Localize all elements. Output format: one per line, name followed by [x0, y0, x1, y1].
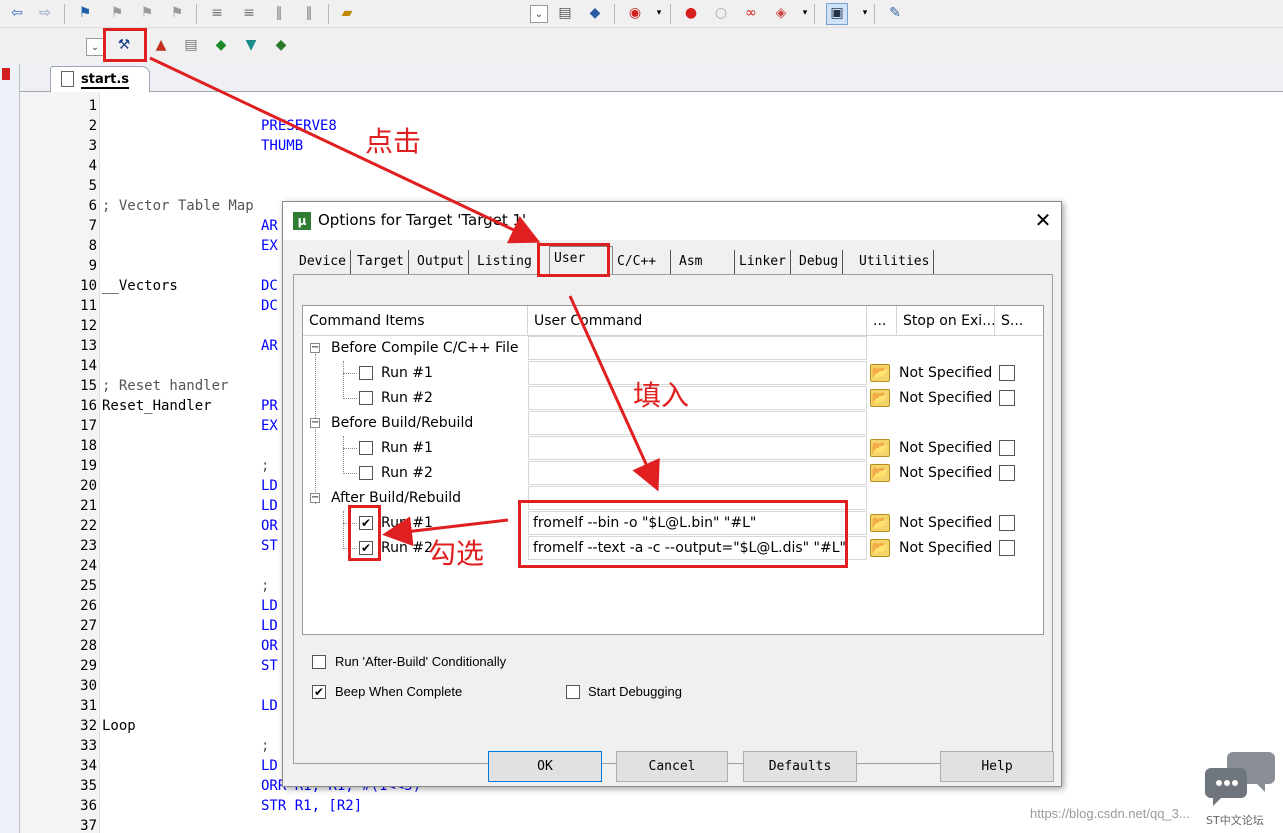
arrow-to-user-tab [149, 56, 541, 244]
annotation-arrows [149, 56, 660, 547]
forum-logo-icon [1205, 752, 1275, 806]
watermark-url: https://blog.csdn.net/qq_3... [1030, 806, 1190, 821]
annotation-fill: 填入 [633, 379, 690, 412]
watermark-brand: ST中文论坛 [1206, 814, 1264, 827]
annotation-check: 勾选 [428, 537, 485, 570]
annotation-click: 点击 [365, 125, 422, 158]
keil-ide-window: ⇦ ⇨ ⚑ ⚑ ⚑ ⚑ ≡ ≡ ∥ ∥ ▰ ⌄ ▤ ◆ ◉ ▾ ● ○ ∞ ◈ … [0, 0, 1283, 833]
